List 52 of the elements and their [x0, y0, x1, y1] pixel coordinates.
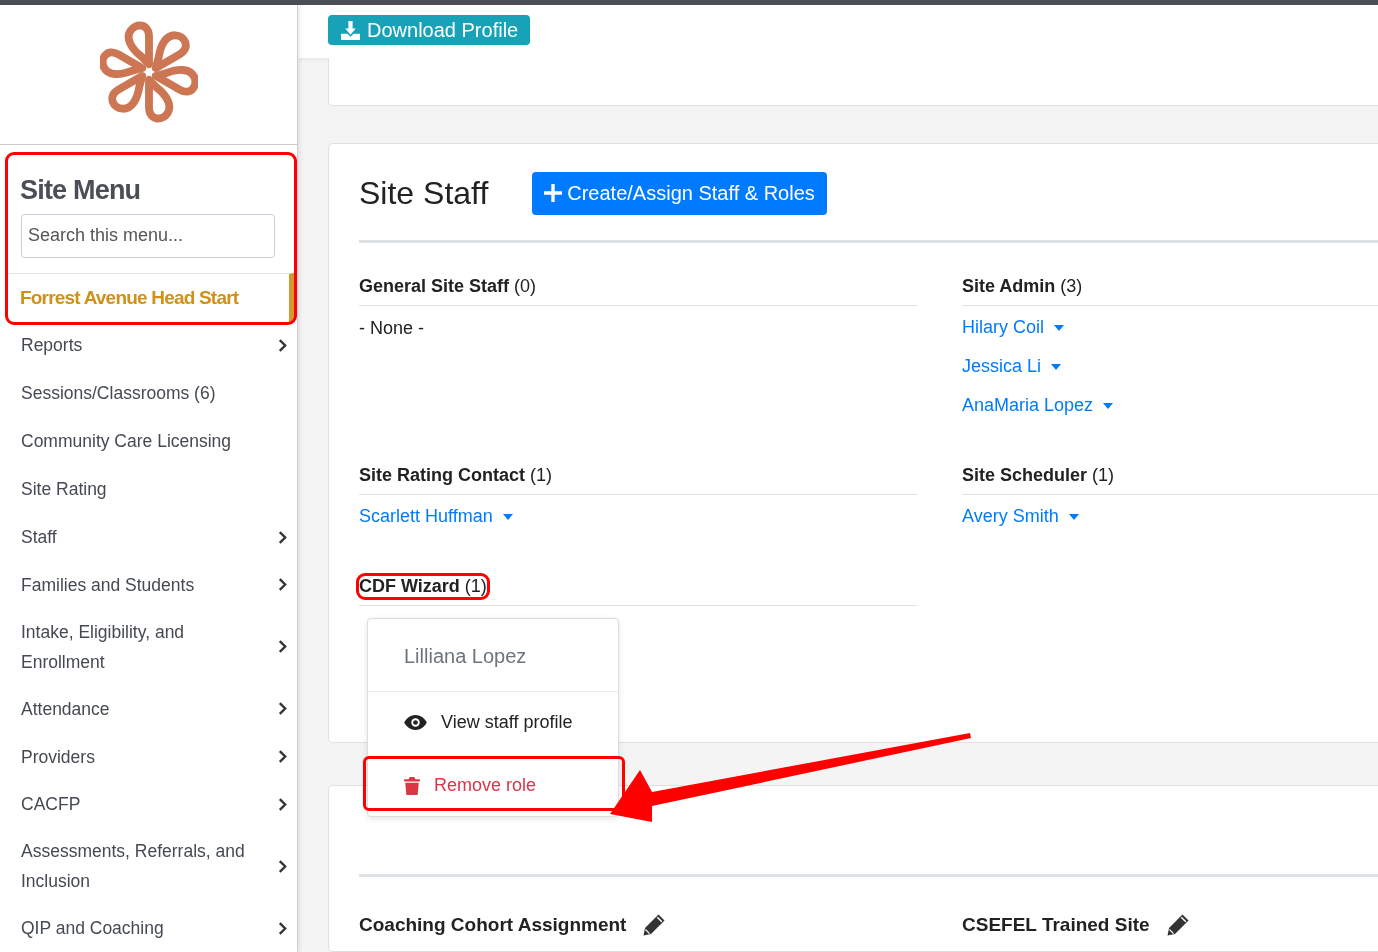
download-icon: [340, 20, 361, 41]
role-heading: General Site Staff (0): [359, 276, 537, 297]
caret-icon: [1051, 363, 1062, 370]
trash-icon: [404, 776, 420, 795]
staff-link[interactable]: Scarlett Huffman: [359, 506, 493, 527]
create-assign-button[interactable]: Create/Assign Staff & Roles: [532, 171, 827, 215]
menu-item[interactable]: Site Rating: [0, 465, 297, 514]
menu-item[interactable]: Providers: [0, 732, 297, 781]
staff-link[interactable]: Avery Smith: [962, 506, 1059, 527]
menu-item[interactable]: Community Care Licensing: [0, 417, 297, 466]
role-heading: Site Scheduler (1): [962, 465, 1115, 486]
menu-item[interactable]: CACFP: [0, 780, 297, 829]
menu-item[interactable]: Intake, Eligibility, and Enrollment: [0, 608, 297, 685]
caret-icon: [1068, 513, 1079, 520]
dropdown-item[interactable]: Remove role: [364, 757, 624, 810]
section-title: Site Staff: [359, 174, 489, 212]
menu-item[interactable]: Sessions/Classrooms (6): [0, 369, 297, 418]
menu-item[interactable]: Reports: [0, 321, 297, 370]
menu-item[interactable]: Assessments, Referrals, and Inclusion: [0, 828, 297, 905]
dropdown-header: Lilliana Lopez: [403, 644, 528, 669]
dropdown-item[interactable]: View staff profile: [368, 692, 618, 745]
caret-icon: [1054, 324, 1064, 331]
menu-title: Site Menu: [19, 173, 142, 206]
chevron-right-icon: [278, 750, 287, 763]
caret-icon: [502, 513, 513, 520]
pencil-icon[interactable]: [1165, 913, 1190, 937]
chevron-right-icon: [278, 338, 287, 352]
menu-item[interactable]: Attendance: [0, 684, 297, 733]
chevron-right-icon: [278, 702, 287, 716]
role-heading: Site Rating Contact (1): [359, 465, 552, 486]
search-field[interactable]: Search this menu...: [21, 213, 275, 258]
chevron-right-icon: [278, 640, 287, 654]
chevron-right-icon: [278, 797, 287, 811]
plus-icon: [544, 184, 563, 202]
eye-icon: [404, 715, 427, 730]
staff-link[interactable]: AnaMaria Lopez: [962, 395, 1094, 416]
field-label: CSEFEL Trained Site: [962, 914, 1150, 936]
menu-item[interactable]: Staff: [0, 513, 297, 561]
staff-link[interactable]: Jessica Li: [962, 356, 1042, 377]
chevron-right-icon: [278, 578, 287, 592]
chevron-right-icon: [278, 921, 287, 935]
menu-item[interactable]: Families and Students: [0, 561, 297, 609]
empty-text: - None -: [359, 317, 426, 339]
staff-link[interactable]: Hilary Coil: [962, 317, 1044, 338]
caret-icon: [1103, 402, 1114, 409]
pencil-icon[interactable]: [642, 913, 667, 937]
chevron-right-icon: [278, 859, 287, 873]
role-heading: Site Admin (3): [962, 276, 1083, 297]
field-label: Coaching Cohort Assignment: [359, 914, 627, 936]
role-heading: CDF Wizard (1): [359, 576, 487, 597]
menu-item[interactable]: QIP and Coaching: [0, 904, 297, 952]
chevron-right-icon: [278, 530, 287, 544]
